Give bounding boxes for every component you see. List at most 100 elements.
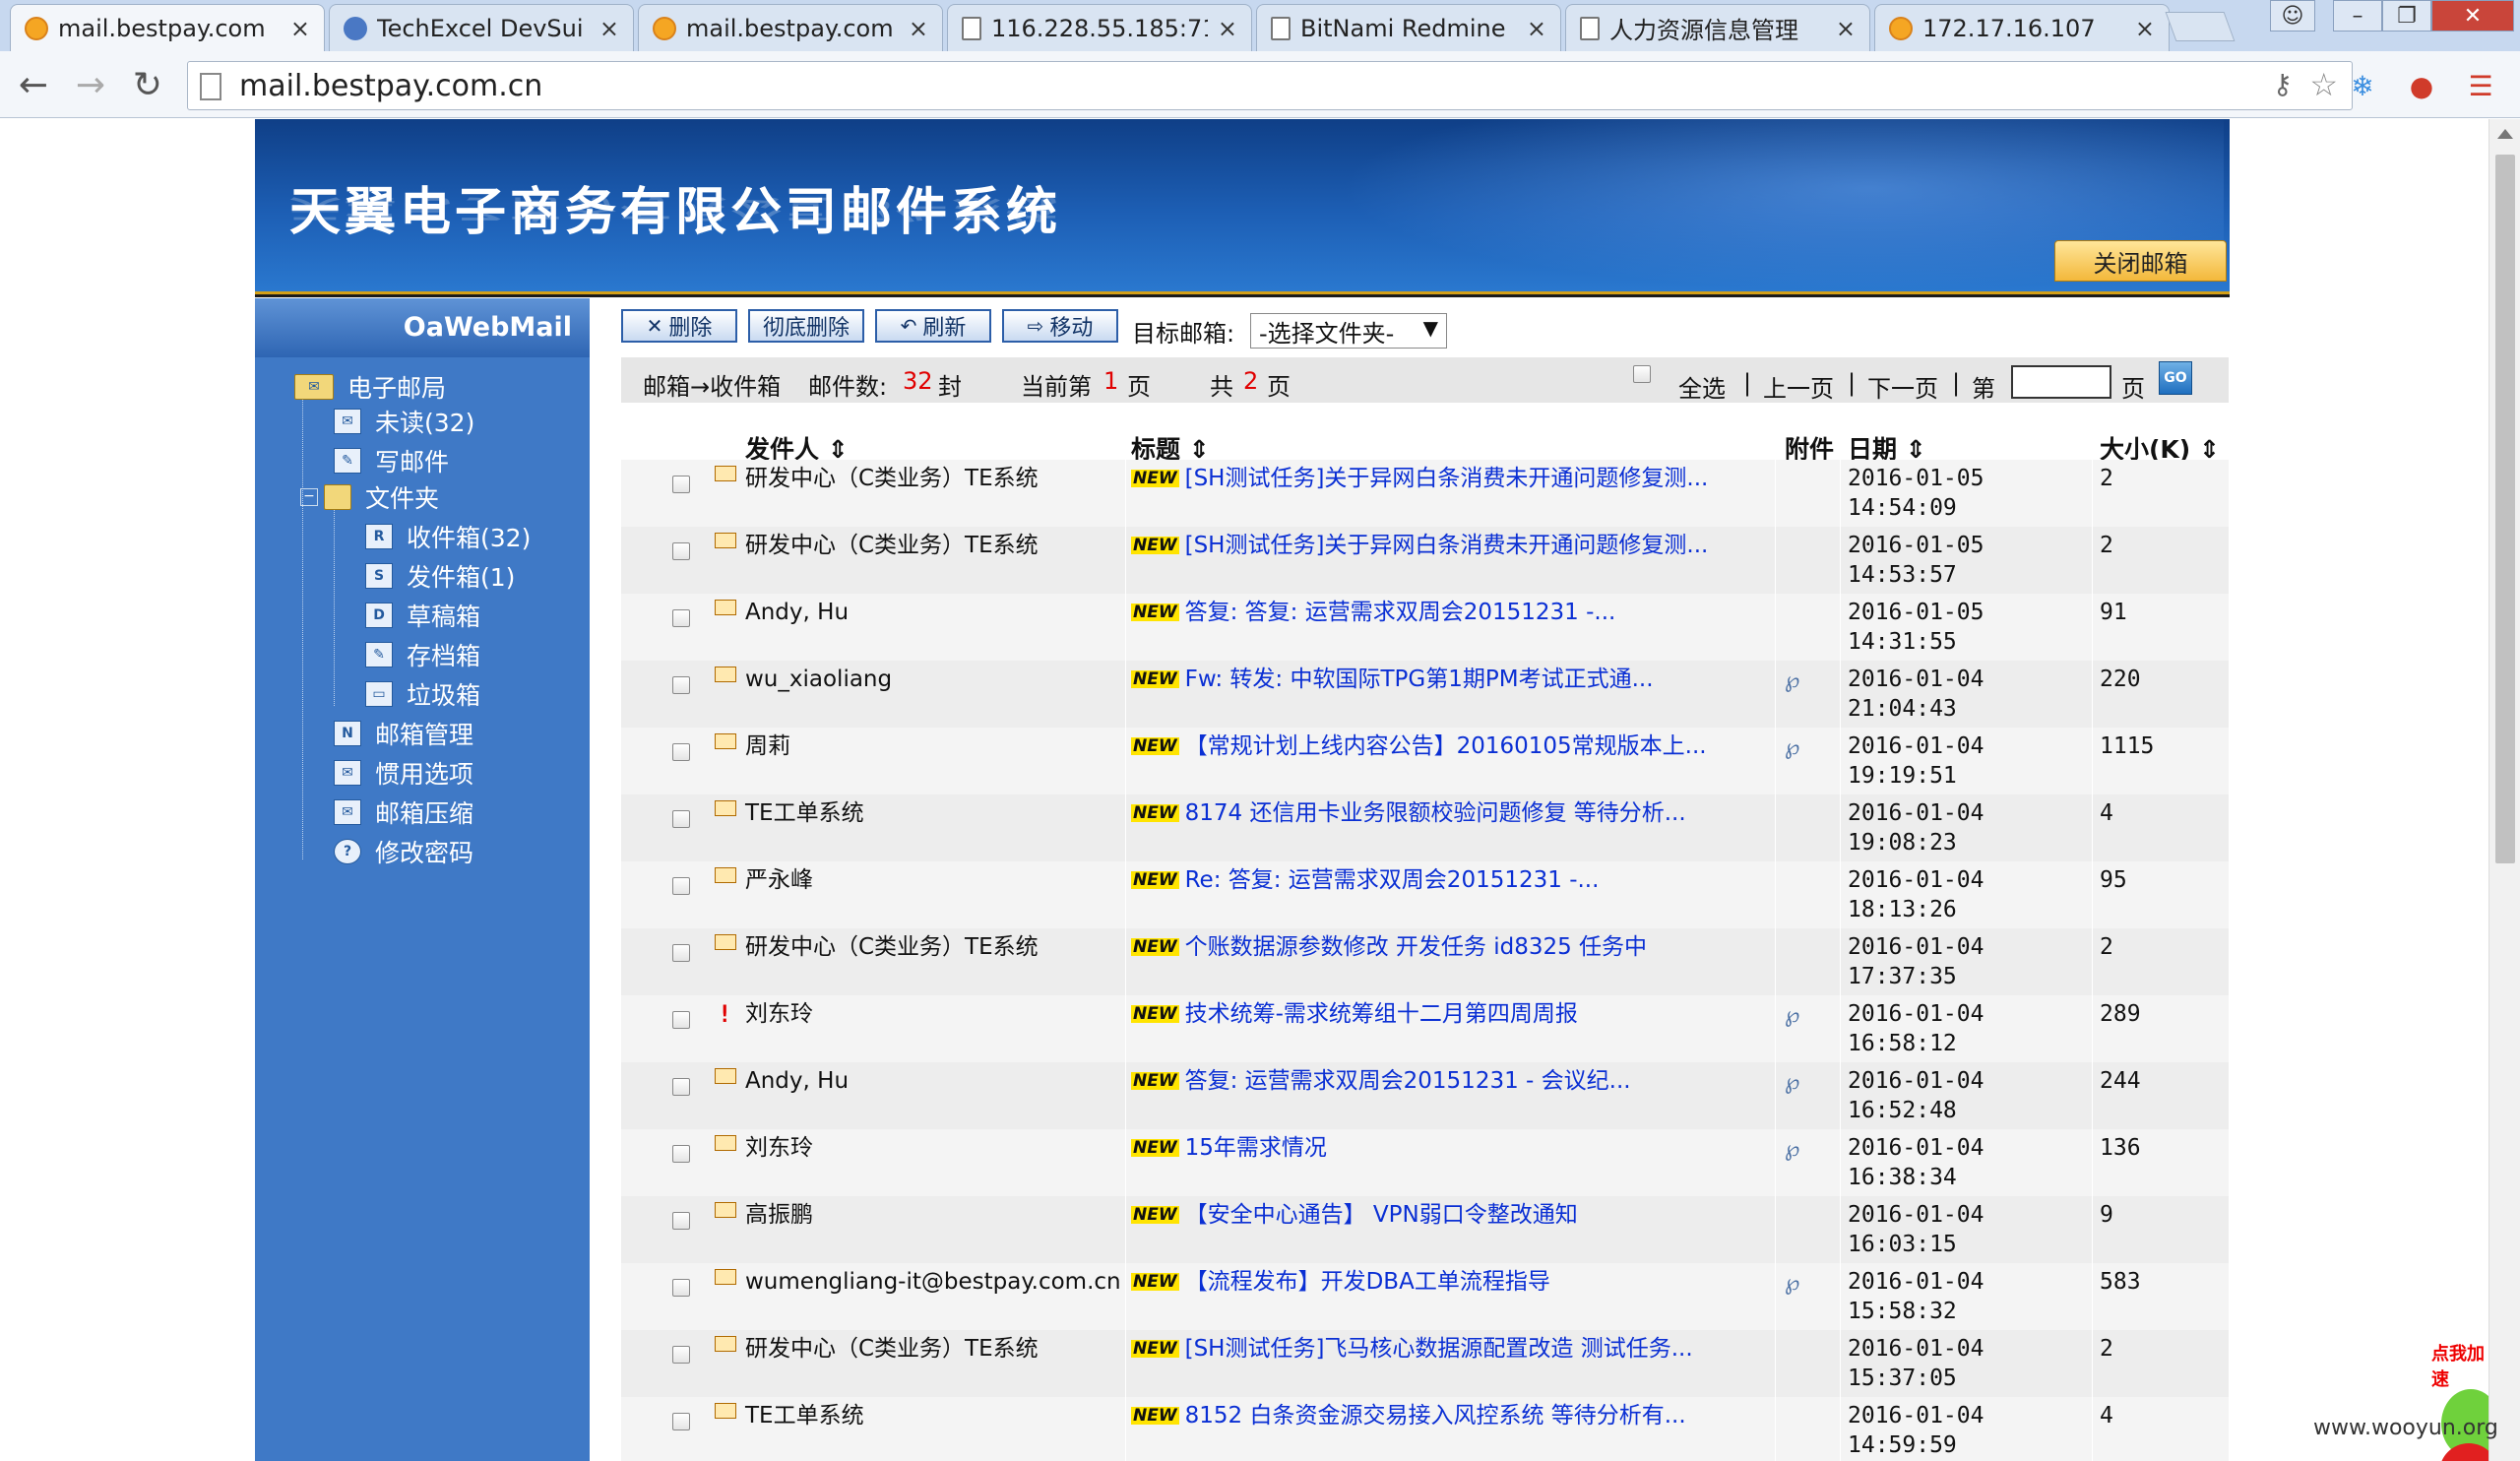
email-row[interactable]: 研发中心（C类业务）TE系统 NEW 个账数据源参数修改 开发任务 id8325 任…: [621, 928, 2229, 995]
sidebar-item-unread[interactable]: ✉ 未读(32): [334, 404, 474, 439]
sidebar-item-inbox[interactable]: R 收件箱(32): [365, 519, 531, 554]
email-row[interactable]: 刘东玲 NEW 15年需求情况 ℘ 2016-01-04 16:38:34 136: [621, 1129, 2229, 1196]
row-checkbox[interactable]: [672, 1011, 690, 1029]
close-icon[interactable]: ×: [1527, 15, 1546, 42]
row-checkbox[interactable]: [672, 1145, 690, 1163]
extension-santa-icon[interactable]: ●: [2402, 67, 2441, 104]
extension-snowflake-icon[interactable]: ❄: [2343, 67, 2382, 104]
close-icon[interactable]: ×: [1218, 15, 1237, 42]
sidebar-item-compose[interactable]: ✎ 写邮件: [334, 443, 449, 478]
sidebar-item-trash[interactable]: ▭ 垃圾箱: [365, 676, 480, 712]
row-checkbox[interactable]: [672, 1212, 690, 1230]
email-row[interactable]: wumengliang-it@bestpay.com.cn NEW 【流程发布】开发…: [621, 1263, 2229, 1330]
key-icon[interactable]: ⚷: [2272, 68, 2293, 100]
sidebar-item-password[interactable]: ? 修改密码: [334, 834, 473, 869]
row-checkbox[interactable]: [672, 476, 690, 493]
email-subject-link[interactable]: NEW [SH测试任务]关于异网白条消费未开通问题修复测...: [1131, 464, 1761, 493]
back-icon[interactable]: ←: [12, 63, 55, 106]
email-subject-link[interactable]: NEW Re: 答复: 运营需求双周会20151231 -...: [1131, 865, 1761, 895]
email-subject-link[interactable]: NEW 【流程发布】开发DBA工单流程指导: [1131, 1267, 1761, 1297]
address-bar[interactable]: mail.bestpay.com.cn ⚷ ☆: [187, 61, 2353, 110]
sidebar-item-folders[interactable]: − 文件夹: [300, 479, 439, 515]
row-checkbox[interactable]: [672, 1279, 690, 1297]
email-row[interactable]: TE工单系统 NEW 8152 白条资金源交易接入风控系统 等待分析有... 2016…: [621, 1397, 2229, 1461]
select-all-checkbox[interactable]: [1633, 365, 1651, 383]
purge-button[interactable]: 彻底删除: [748, 309, 864, 343]
close-icon[interactable]: ×: [2135, 15, 2155, 42]
close-mailbox-button[interactable]: 关闭邮箱: [2054, 240, 2227, 282]
menu-icon[interactable]: ☰: [2461, 67, 2500, 104]
email-row[interactable]: wu_xiaoliang NEW Fw: 转发: 中软国际TPG第1期PM考试正式通…: [621, 661, 2229, 728]
email-row[interactable]: 周莉 NEW 【常规计划上线内容公告】20160105常规版本上... ℘ 2016-0…: [621, 728, 2229, 794]
move-button[interactable]: ⇨ 移动: [1002, 309, 1118, 343]
scrollbar-thumb[interactable]: [2495, 155, 2515, 863]
row-checkbox[interactable]: [672, 1413, 690, 1430]
email-subject-link[interactable]: NEW 答复: 答复: 运营需求双周会20151231 -...: [1131, 598, 1761, 627]
email-row[interactable]: Andy, Hu NEW 答复: 答复: 运营需求双周会20151231 -... 2…: [621, 594, 2229, 661]
forward-icon[interactable]: →: [69, 63, 112, 106]
email-row[interactable]: TE工单系统 NEW 8174 还信用卡业务限额校验问题修复 等待分析... 2016…: [621, 794, 2229, 861]
tab-hr[interactable]: 人力资源信息管理 ×: [1565, 4, 1870, 51]
close-icon[interactable]: ×: [290, 15, 310, 42]
email-subject-link[interactable]: NEW 【安全中心通告】 VPN弱口令整改通知: [1131, 1200, 1761, 1230]
sidebar-item-options[interactable]: ✉ 惯用选项: [334, 755, 473, 791]
select-all-label[interactable]: 全选: [1678, 369, 1726, 404]
email-subject-link[interactable]: NEW 个账数据源参数修改 开发任务 id8325 任务中: [1131, 932, 1761, 962]
row-checkbox[interactable]: [672, 944, 690, 962]
row-checkbox[interactable]: [672, 1346, 690, 1364]
row-checkbox[interactable]: [672, 1078, 690, 1096]
email-subject-link[interactable]: NEW [SH测试任务]关于异网白条消费未开通问题修复测...: [1131, 531, 1761, 560]
tab-116-228[interactable]: 116.228.55.185:71 ×: [947, 4, 1252, 51]
email-row[interactable]: Andy, Hu NEW 答复: 运营需求双周会20151231 - 会议纪... ℘…: [621, 1062, 2229, 1129]
collapse-icon[interactable]: −: [300, 488, 318, 506]
sidebar-item-compress[interactable]: ✉ 邮箱压缩: [334, 794, 473, 830]
prev-page-link[interactable]: 上一页: [1763, 369, 1834, 404]
email-subject-link[interactable]: NEW [SH测试任务]飞马核心数据源配置改造 测试任务...: [1131, 1334, 1761, 1364]
email-subject-link[interactable]: NEW 答复: 运营需求双周会20151231 - 会议纪...: [1131, 1066, 1761, 1096]
email-row[interactable]: 研发中心（C类业务）TE系统 NEW [SH测试任务]关于异网白条消费未开通问题修复…: [621, 460, 2229, 527]
speed-badge[interactable]: 89: [2439, 1443, 2488, 1461]
email-row[interactable]: ! 刘东玲 NEW 技术统筹-需求统筹组十二月第四周周报 ℘ 2016-01-04 16:…: [621, 995, 2229, 1062]
close-icon[interactable]: ×: [909, 15, 928, 42]
tab-mail-bestpay-2[interactable]: mail.bestpay.com ×: [638, 4, 943, 51]
row-checkbox[interactable]: [672, 609, 690, 627]
sidebar-item-archive[interactable]: ✎ 存档箱: [365, 637, 480, 672]
restore-icon[interactable]: ❐: [2382, 0, 2431, 32]
email-subject-link[interactable]: NEW 技术统筹-需求统筹组十二月第四周周报: [1131, 999, 1761, 1029]
go-button[interactable]: GO: [2159, 361, 2192, 395]
new-tab-button[interactable]: [2165, 12, 2236, 41]
tab-redmine[interactable]: BitNami Redmine ×: [1256, 4, 1561, 51]
tab-172-17[interactable]: 172.17.16.107 ×: [1874, 4, 2170, 51]
email-subject-link[interactable]: NEW 15年需求情况: [1131, 1133, 1761, 1163]
email-row[interactable]: 严永峰 NEW Re: 答复: 运营需求双周会20151231 -... 2016-0…: [621, 861, 2229, 928]
user-icon[interactable]: ☺: [2270, 0, 2315, 32]
sidebar-item-drafts[interactable]: D 草稿箱: [365, 598, 480, 633]
next-page-link[interactable]: 下一页: [1867, 369, 1938, 404]
speedup-widget[interactable]: 点我加速: [2431, 1340, 2488, 1390]
reload-icon[interactable]: ↻: [126, 63, 169, 106]
tab-mail-bestpay[interactable]: mail.bestpay.com ×: [10, 4, 325, 51]
email-subject-link[interactable]: NEW 【常规计划上线内容公告】20160105常规版本上...: [1131, 731, 1761, 761]
star-icon[interactable]: ☆: [2309, 66, 2338, 103]
email-row[interactable]: 研发中心（C类业务）TE系统 NEW [SH测试任务]关于异网白条消费未开通问题修复…: [621, 527, 2229, 594]
email-subject-link[interactable]: NEW 8152 白条资金源交易接入风控系统 等待分析有...: [1131, 1401, 1761, 1430]
destination-folder-select[interactable]: -选择文件夹- ▼: [1250, 313, 1447, 349]
tab-techexcel[interactable]: TechExcel DevSui ×: [329, 4, 634, 51]
close-icon[interactable]: ×: [1836, 15, 1856, 42]
row-checkbox[interactable]: [672, 743, 690, 761]
page-number-input[interactable]: [2011, 365, 2111, 399]
vertical-scrollbar[interactable]: [2488, 119, 2520, 1461]
delete-button[interactable]: ✕ 删除: [621, 309, 737, 343]
refresh-button[interactable]: ↶ 刷新: [875, 309, 991, 343]
close-icon[interactable]: ×: [599, 15, 619, 42]
email-subject-link[interactable]: NEW Fw: 转发: 中软国际TPG第1期PM考试正式通...: [1131, 665, 1761, 694]
row-checkbox[interactable]: [672, 676, 690, 694]
email-row[interactable]: 高振鹏 NEW 【安全中心通告】 VPN弱口令整改通知 2016-01-04 16:0…: [621, 1196, 2229, 1263]
minimize-icon[interactable]: –: [2333, 0, 2382, 32]
email-row[interactable]: 研发中心（C类业务）TE系统 NEW [SH测试任务]飞马核心数据源配置改造 测试任…: [621, 1330, 2229, 1397]
close-window-icon[interactable]: ✕: [2431, 0, 2514, 32]
row-checkbox[interactable]: [672, 542, 690, 560]
sidebar-item-manage[interactable]: N 邮箱管理: [334, 716, 473, 751]
row-checkbox[interactable]: [672, 877, 690, 895]
sidebar-item-outbox[interactable]: S 发件箱(1): [365, 558, 515, 594]
